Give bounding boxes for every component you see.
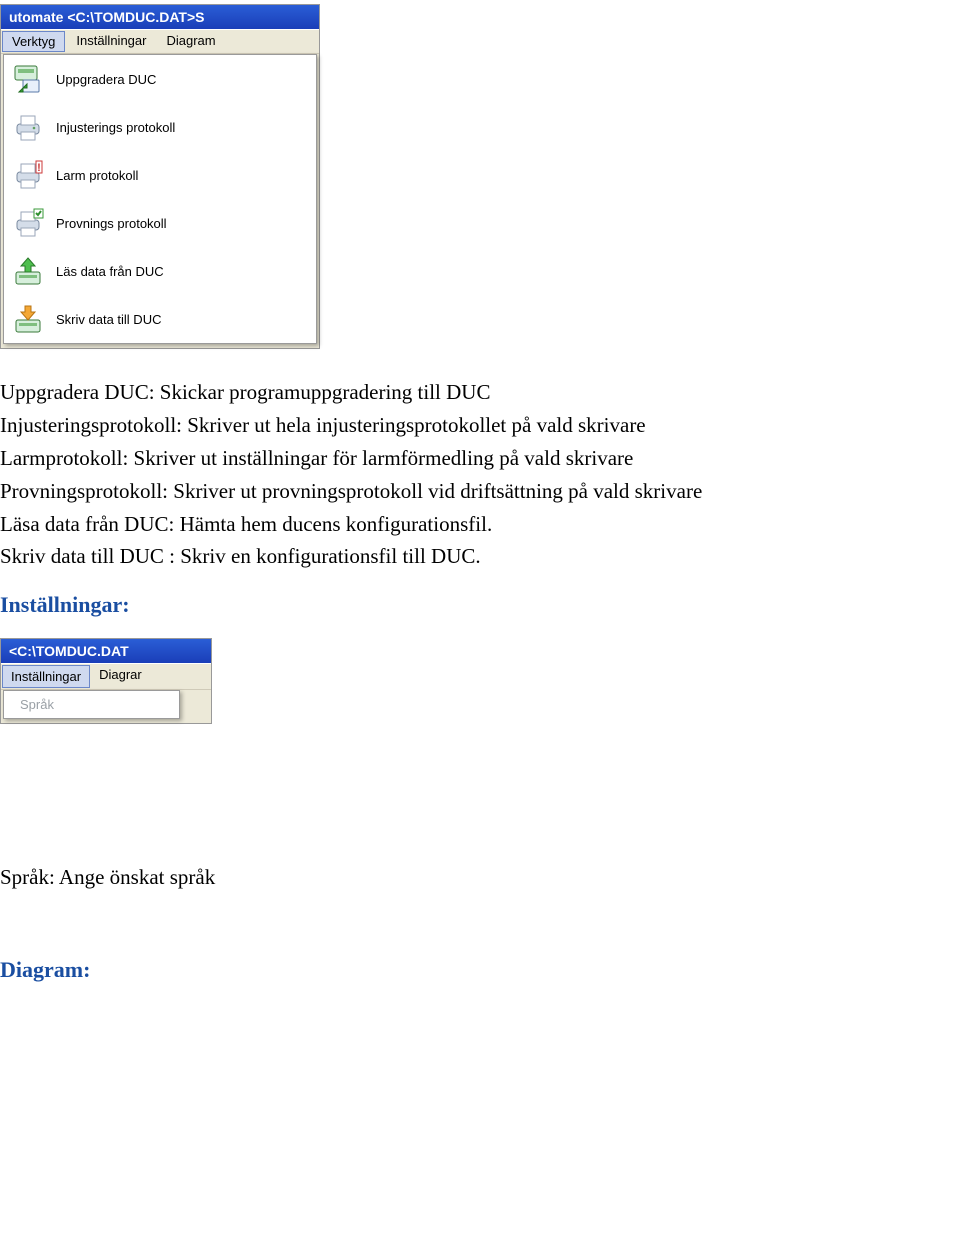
menu-installningar[interactable]: Inställningar [2,665,90,688]
dropdown-menu-panel: Uppgradera DUC Injusterings protokoll [3,54,317,344]
menu-item-larm-protokoll[interactable]: ! Larm protokoll [4,151,316,199]
menu-diagram[interactable]: Diagram [156,30,225,53]
download-icon [10,301,46,337]
description-block: Uppgradera DUC: Skickar programuppgrader… [0,379,960,618]
menu-list: Språk [4,691,179,718]
menu-item-label: Skriv data till DUC [56,312,161,327]
menu-item-label: Injusterings protokoll [56,120,175,135]
menu-item-skriv-data[interactable]: Skriv data till DUC [4,295,316,343]
upgrade-icon [10,61,46,97]
heading-diagram: Diagram: [0,957,960,983]
menu-list: Uppgradera DUC Injusterings protokoll [4,55,316,343]
screenshot-installningar-menu: <C:\TOMDUC.DAT Inställningar Diagrar Spr… [0,638,212,724]
printer-check-icon [10,205,46,241]
menu-item-injusterings-protokoll[interactable]: Injusterings protokoll [4,103,316,151]
menu-diagram[interactable]: Diagrar [91,664,150,689]
menu-item-las-data[interactable]: Läs data från DUC [4,247,316,295]
desc-larm: Larmprotokoll: Skriver ut inställningar … [0,445,960,472]
menu-item-label: Läs data från DUC [56,264,164,279]
svg-text:!: ! [37,162,41,174]
menu-item-label: Larm protokoll [56,168,138,183]
menubar: Verktyg Inställningar Diagram [1,29,319,54]
menu-item-label: Uppgradera DUC [56,72,156,87]
desc-skriv: Skriv data till DUC : Skriv en konfigura… [0,543,960,570]
menu-item-label: Provnings protokoll [56,216,167,231]
menu-item-uppgradera-duc[interactable]: Uppgradera DUC [4,55,316,103]
printer-icon [10,109,46,145]
upload-icon [10,253,46,289]
menu-item-provnings-protokoll[interactable]: Provnings protokoll [4,199,316,247]
menu-verktyg[interactable]: Verktyg [2,31,65,52]
desc-injusterings: Injusteringsprotokoll: Skriver ut hela i… [0,412,960,439]
desc-lasa: Läsa data från DUC: Hämta hem ducens kon… [0,511,960,538]
desc-sprak: Språk: Ange önskat språk [0,864,960,891]
menubar: Inställningar Diagrar [1,663,211,690]
heading-installningar: Inställningar: [0,592,960,618]
menu-item-label: Språk [20,697,54,712]
dropdown-menu-panel: Språk [3,690,180,719]
screenshot-verktyg-menu: utomate <C:\TOMDUC.DAT>S Verktyg Inställ… [0,4,320,349]
menu-item-sprak[interactable]: Språk [4,691,179,718]
window-titlebar: utomate <C:\TOMDUC.DAT>S [1,5,319,29]
description-block-2: Språk: Ange önskat språk Diagram: [0,864,960,983]
window-titlebar: <C:\TOMDUC.DAT [1,639,211,663]
printer-alert-icon: ! [10,157,46,193]
desc-uppgradera: Uppgradera DUC: Skickar programuppgrader… [0,379,960,406]
desc-provnings: Provningsprotokoll: Skriver ut provnings… [0,478,960,505]
menu-installningar[interactable]: Inställningar [66,30,156,53]
